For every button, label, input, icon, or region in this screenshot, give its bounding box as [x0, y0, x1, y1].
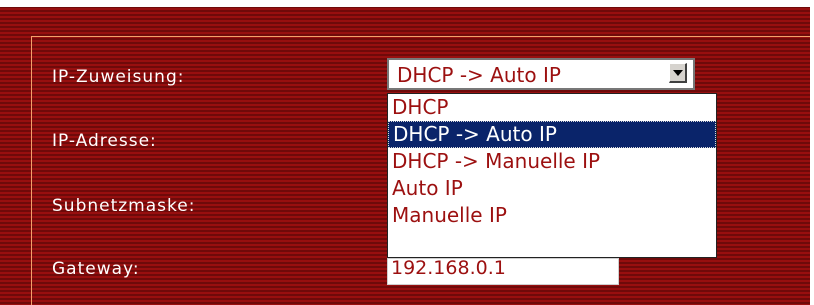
ip-assignment-select[interactable]: DHCP -> Auto IP — [387, 58, 695, 90]
gateway-input[interactable]: 192.168.0.1 — [387, 258, 619, 285]
ip-assignment-option-manual-ip[interactable]: Manuelle IP — [388, 202, 716, 229]
network-settings-screen: IP-Zuweisung: IP-Adresse: Subnetzmaske: … — [0, 0, 814, 305]
chevron-down-icon — [673, 70, 683, 76]
ip-assignment-dropdown-button[interactable] — [669, 63, 687, 83]
ip-assignment-option-dhcp-auto-ip[interactable]: DHCP -> Auto IP — [388, 121, 716, 148]
gateway-label: Gateway: — [52, 259, 140, 279]
ip-assignment-option-dhcp[interactable]: DHCP — [388, 94, 716, 121]
ip-assignment-options-list[interactable]: DHCP DHCP -> Auto IP DHCP -> Manuelle IP… — [387, 93, 717, 258]
subnet-mask-label: Subnetzmaske: — [52, 196, 196, 216]
ip-assignment-label: IP-Zuweisung: — [52, 67, 185, 87]
ip-assignment-selected-value: DHCP -> Auto IP — [397, 63, 561, 87]
ip-address-label: IP-Adresse: — [52, 131, 157, 151]
ip-assignment-option-auto-ip[interactable]: Auto IP — [388, 175, 716, 202]
ip-assignment-option-dhcp-manual-ip[interactable]: DHCP -> Manuelle IP — [388, 148, 716, 175]
